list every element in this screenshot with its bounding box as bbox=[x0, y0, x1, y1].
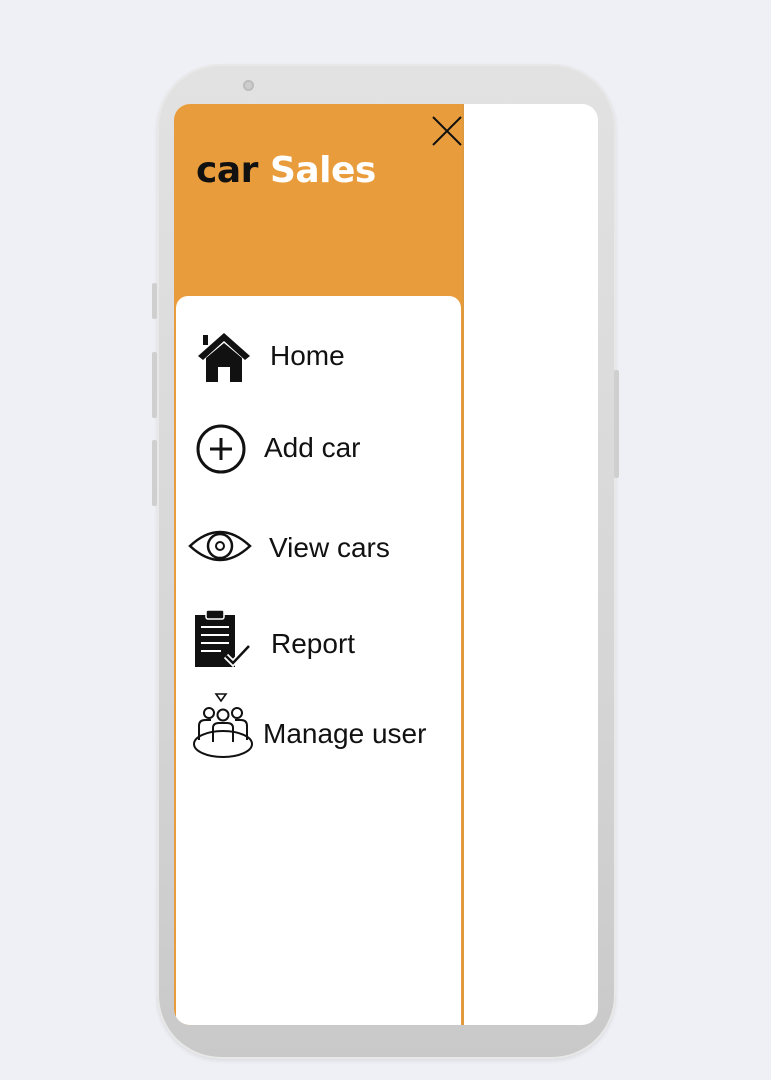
user-group-icon bbox=[193, 693, 253, 758]
menu-item-home-label: Home bbox=[270, 340, 345, 371]
phone-volume-down-button bbox=[152, 440, 157, 506]
phone-side-button bbox=[152, 283, 157, 319]
brand-word-car: car bbox=[196, 150, 258, 191]
drawer-edge bbox=[462, 104, 464, 1025]
close-drawer-button[interactable] bbox=[430, 114, 464, 148]
menu-item-view-cars[interactable]: View cars bbox=[176, 516, 461, 576]
menu-item-report[interactable]: Report bbox=[176, 610, 461, 670]
drawer-menu: Home Add car View cars Report Manage use… bbox=[176, 296, 461, 1025]
phone-power-button bbox=[614, 370, 619, 478]
app-brand-title: car Sales bbox=[196, 150, 376, 191]
eye-icon bbox=[188, 530, 252, 562]
brand-word-sales: Sales bbox=[269, 150, 376, 191]
phone-volume-up-button bbox=[152, 352, 157, 418]
app-screen: car Sales Home Add car View cars Report … bbox=[174, 104, 598, 1025]
menu-item-report-label: Report bbox=[271, 628, 356, 659]
phone-camera bbox=[243, 80, 254, 91]
navigation-drawer: car Sales Home Add car View cars Report … bbox=[174, 104, 464, 1025]
clipboard-report-icon bbox=[195, 610, 252, 668]
menu-item-view-cars-label: View cars bbox=[269, 532, 390, 563]
home-icon bbox=[198, 333, 250, 382]
menu-item-add-car-label: Add car bbox=[264, 432, 361, 463]
menu-item-manage-user-label: Manage user bbox=[263, 718, 427, 749]
menu-item-home[interactable]: Home bbox=[176, 326, 461, 386]
add-circle-icon bbox=[196, 424, 246, 474]
menu-item-manage-user[interactable]: Manage user bbox=[176, 692, 461, 766]
menu-item-add-car[interactable]: Add car bbox=[176, 418, 461, 478]
close-icon bbox=[432, 116, 462, 146]
